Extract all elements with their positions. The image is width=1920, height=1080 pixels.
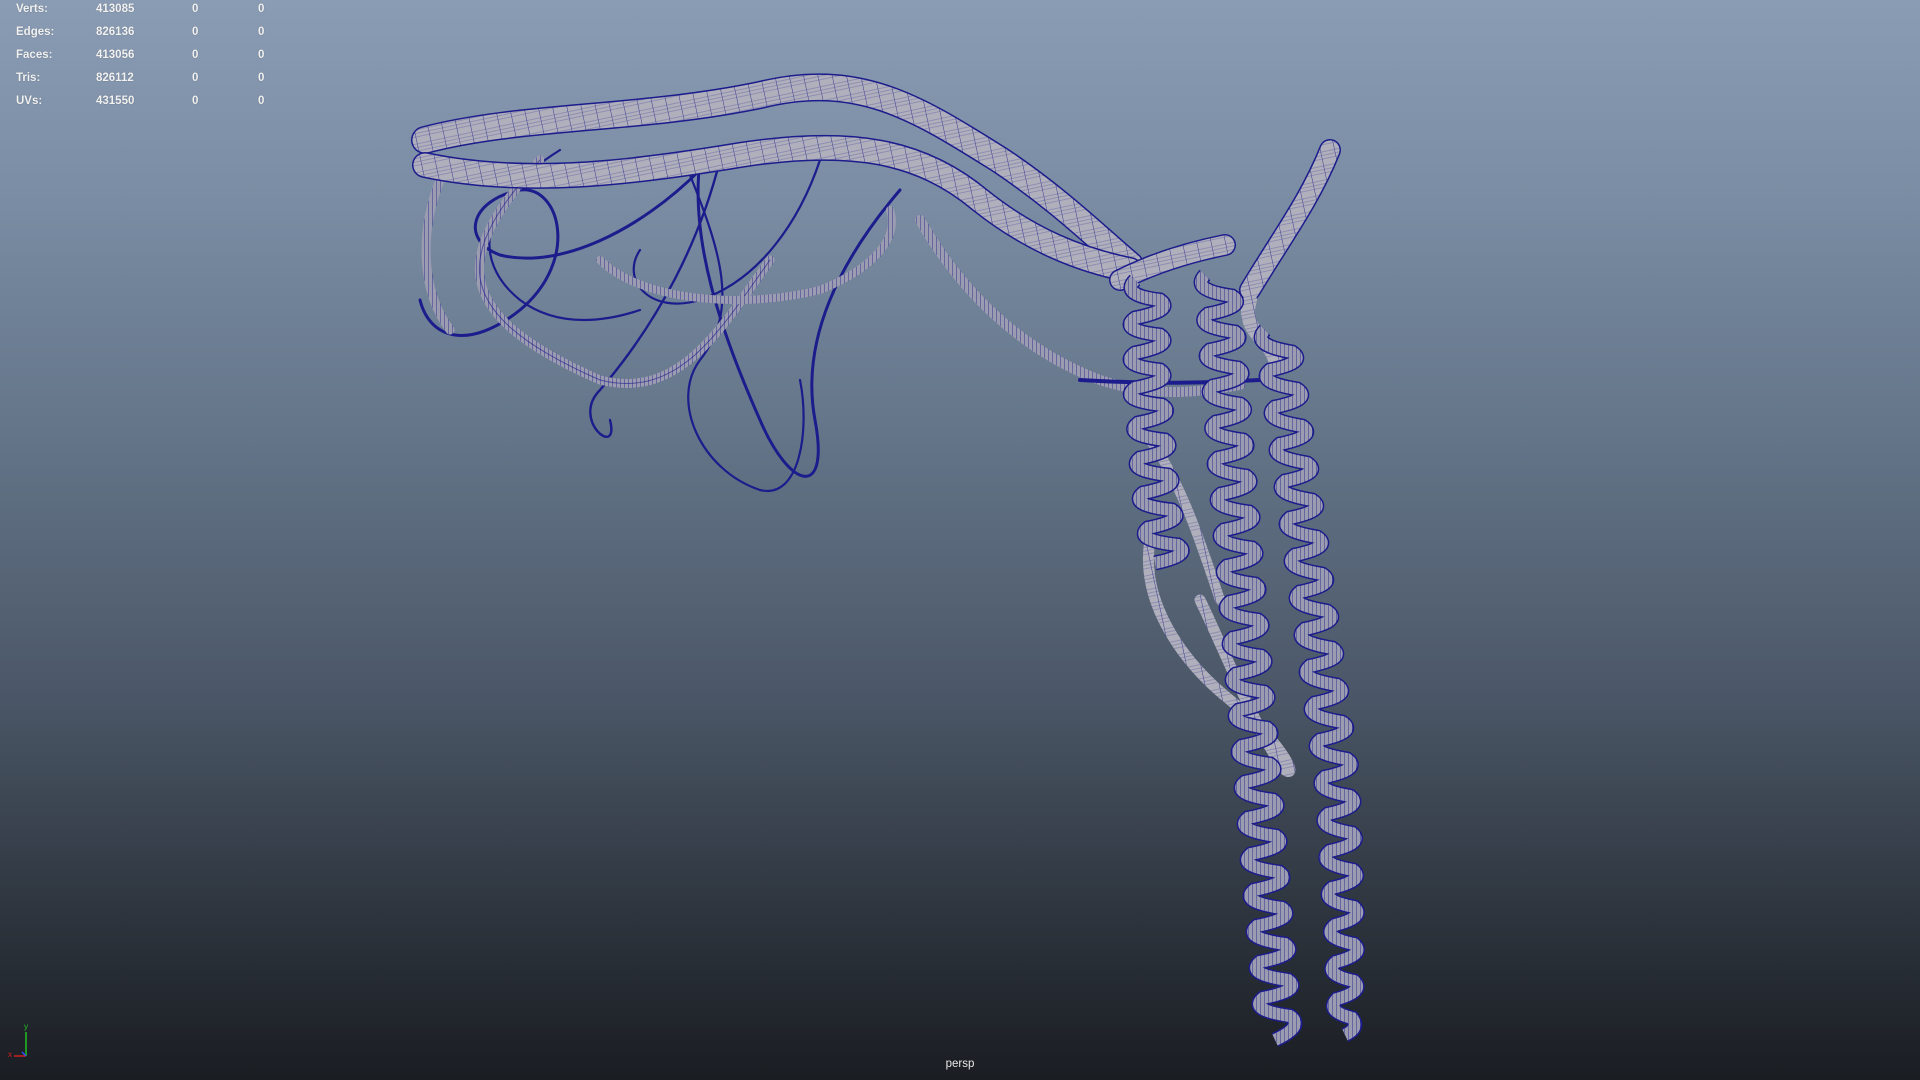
hud-value: 0 [258,95,265,107]
protein-ribbon-model[interactable] [0,0,1920,1080]
axis-gizmo-icon: y x [8,1022,28,1059]
hud-label: Tris: [16,72,41,84]
hud-label: Edges: [16,26,55,38]
hud-value: 0 [192,72,199,84]
hud-value: 0 [192,95,199,107]
hud-value: 0 [192,26,199,38]
hud-value: 0 [258,72,265,84]
poly-count-hud: Verts: 413085 0 0 Edges: 826136 0 0 Faces: 413056… [16,0,276,115]
hud-value: 0 [192,3,199,15]
beta-sheet-ribbons [411,73,1341,367]
hud-label: Verts: [16,3,48,15]
hud-row: Verts: 413085 0 0 [16,0,276,23]
helix-3 [1253,324,1365,1042]
y-axis-label: y [24,1022,28,1031]
hud-value: 0 [192,49,199,61]
hud-value: 413056 [96,49,135,61]
hud-value: 413085 [96,3,135,15]
hud-row: Faces: 413056 0 0 [16,46,276,69]
hud-value: 0 [258,26,265,38]
hud-row: Edges: 826136 0 0 [16,23,276,46]
hud-value: 0 [258,49,265,61]
hud-value: 826136 [96,26,135,38]
hud-row: Tris: 826112 0 0 [16,69,276,92]
helix-1 [1122,274,1190,571]
perspective-viewport[interactable]: Verts: 413085 0 0 Edges: 826136 0 0 Faces: 413056… [0,0,1920,1080]
hud-value: 0 [258,3,265,15]
hud-value: 431550 [96,95,135,107]
hud-value: 826112 [96,72,134,84]
hud-label: UVs: [16,95,43,107]
hud-row: UVs: 431550 0 0 [16,92,276,115]
x-axis-label: x [8,1050,12,1059]
hud-label: Faces: [16,49,53,61]
camera-name-label: persp [945,1058,975,1070]
